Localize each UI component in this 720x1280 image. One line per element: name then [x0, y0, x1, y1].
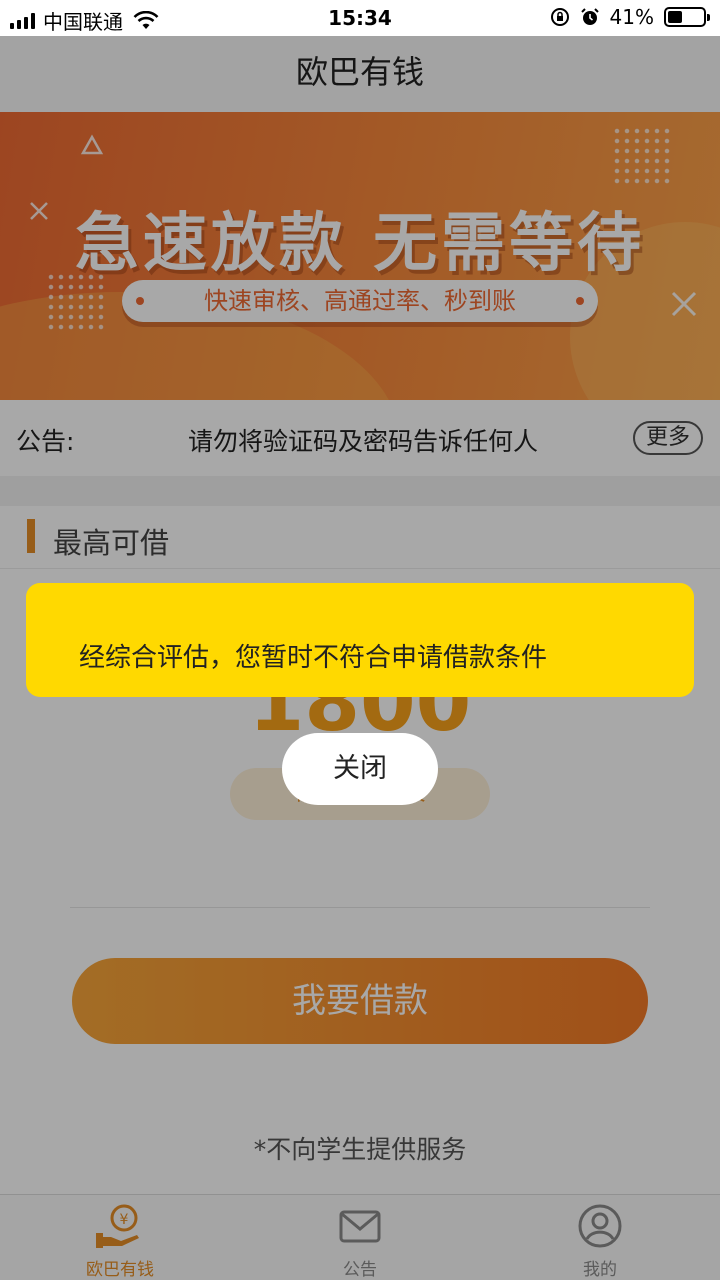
toast-message: 经综合评估，您暂时不符合申请借款条件 [79, 643, 548, 673]
battery-icon [664, 7, 710, 27]
battery-fill [668, 11, 682, 23]
status-bar: 中国联通 15:34 41% [0, 0, 720, 36]
battery-percent: 41% [609, 5, 654, 29]
alarm-icon [580, 8, 599, 25]
ineligible-toast: 经综合评估，您暂时不符合申请借款条件 [26, 583, 694, 697]
rotation-lock-icon [550, 8, 569, 26]
status-right: 41% [550, 5, 710, 29]
close-button[interactable]: 关闭 [282, 733, 438, 805]
